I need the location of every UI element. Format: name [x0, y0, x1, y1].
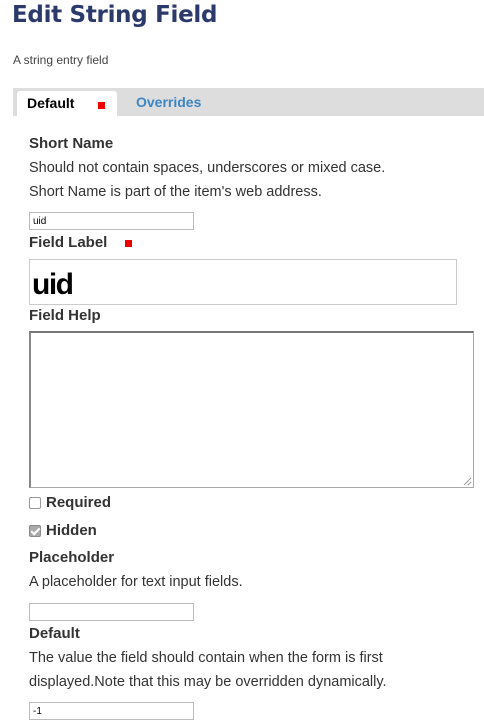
tab-overrides[interactable]: Overrides — [136, 94, 201, 110]
required-marker-icon — [125, 240, 132, 247]
default-help-line2: displayed.Note that this may be overridd… — [29, 674, 387, 690]
default-input[interactable] — [29, 702, 194, 720]
short-name-help-line2: Short Name is part of the item's web add… — [29, 184, 322, 200]
hidden-checkbox-label: Hidden — [46, 522, 97, 539]
required-checkbox[interactable] — [29, 496, 41, 509]
default-help-line1: The value the field should contain when … — [29, 650, 383, 666]
required-checkbox-row[interactable]: Required — [29, 494, 111, 511]
edit-string-field-page: Edit String Field A string entry field D… — [0, 0, 484, 726]
page-title: Edit String Field — [12, 2, 218, 28]
placeholder-label: Placeholder — [29, 549, 115, 566]
tab-bar: Default Overrides — [13, 88, 484, 116]
tab-default-label: Default — [27, 95, 75, 111]
default-label: Default — [29, 625, 80, 642]
short-name-input[interactable] — [29, 212, 194, 230]
field-help-label: Field Help — [29, 307, 101, 324]
short-name-label: Short Name — [29, 135, 114, 152]
hidden-checkbox[interactable] — [29, 524, 41, 537]
field-label-label-text: Field Label — [29, 234, 108, 251]
page-description: A string entry field — [13, 53, 109, 67]
tab-default[interactable]: Default — [17, 91, 117, 116]
required-marker-icon — [98, 102, 105, 109]
short-name-help-line1: Should not contain spaces, underscores o… — [29, 160, 386, 176]
field-label-label: Field Label — [29, 234, 107, 251]
hidden-checkbox-row[interactable]: Hidden — [29, 522, 97, 539]
field-label-input[interactable] — [29, 259, 457, 305]
field-help-textarea[interactable] — [29, 331, 474, 488]
placeholder-input[interactable] — [29, 603, 194, 621]
resize-grip-icon[interactable] — [462, 476, 472, 486]
placeholder-help: A placeholder for text input fields. — [29, 574, 243, 590]
required-checkbox-label: Required — [46, 494, 112, 511]
